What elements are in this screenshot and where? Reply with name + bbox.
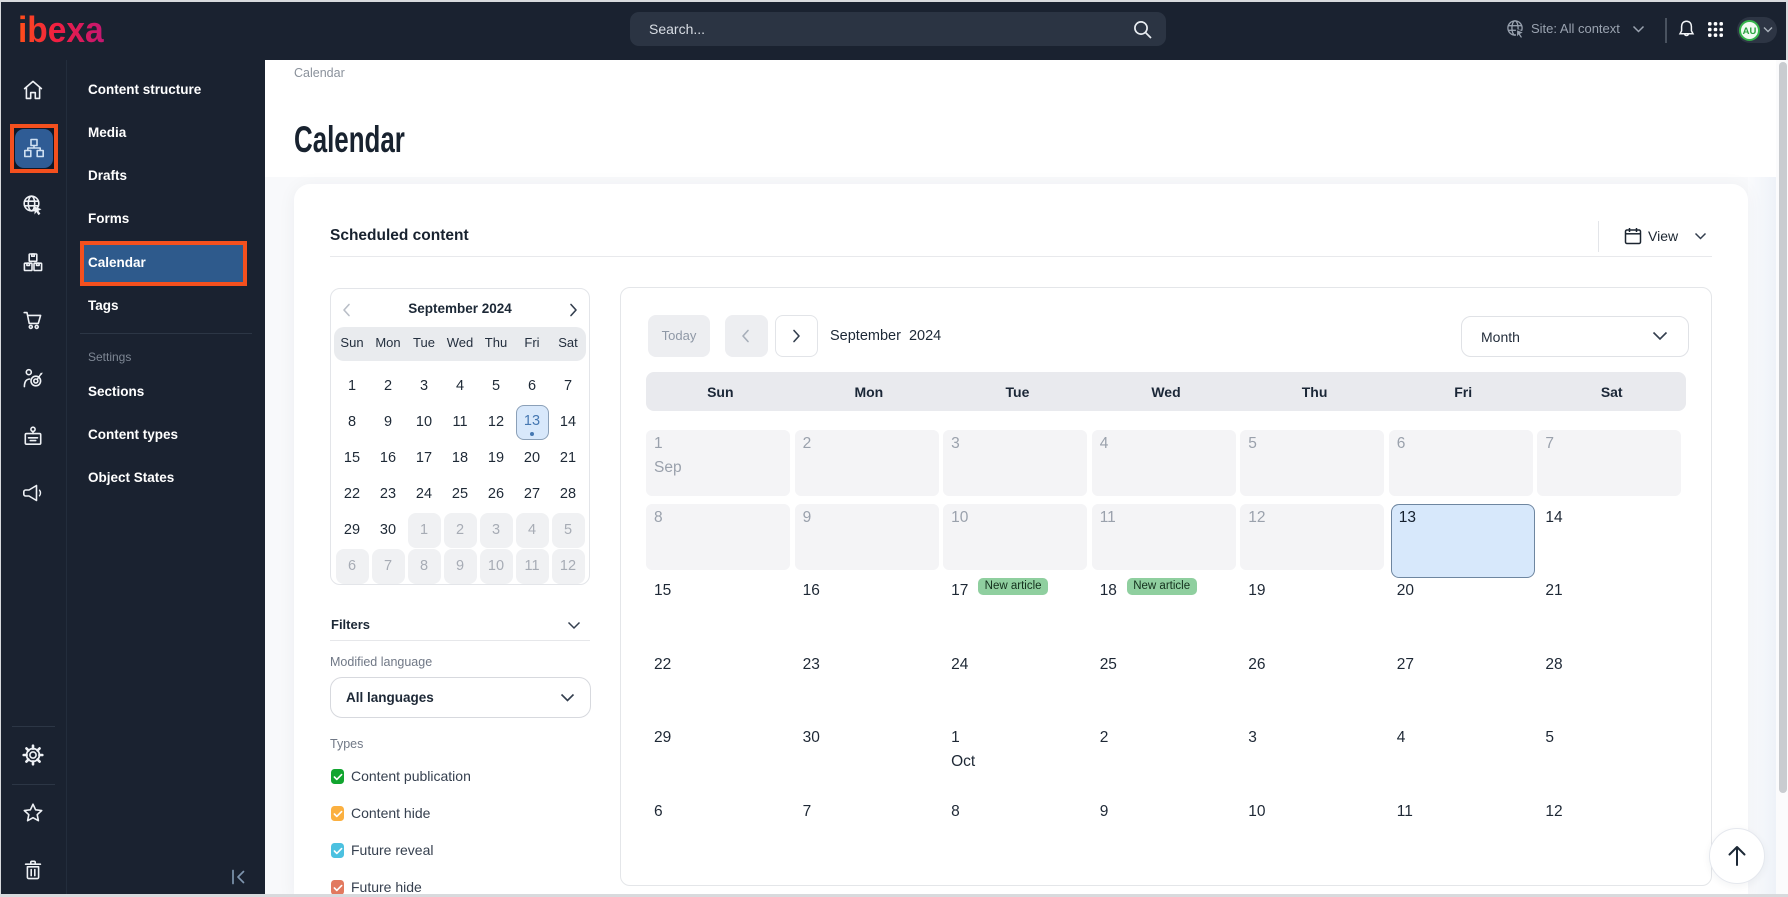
svg-text:ibexa: ibexa [18, 11, 104, 50]
svg-text:AU: AU [1743, 26, 1757, 37]
